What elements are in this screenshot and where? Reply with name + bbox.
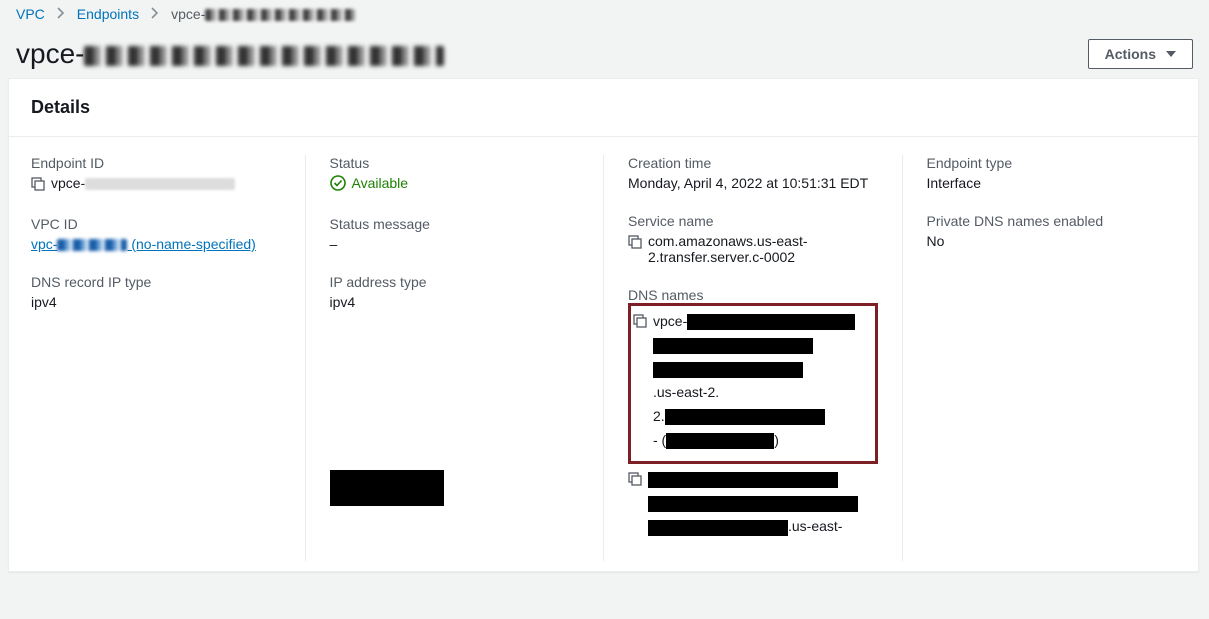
field-creation-time: Creation time Monday, April 4, 2022 at 1…: [628, 155, 878, 191]
dns-name-row: vpce- .us-east-2. 2. - (): [633, 310, 869, 453]
details-col-4: Endpoint type Interface Private DNS name…: [903, 155, 1177, 561]
field-label: Creation time: [628, 155, 878, 171]
field-service-name: Service name com.amazonaws.us-east-2.tra…: [628, 213, 878, 265]
chevron-right-icon: [57, 6, 65, 22]
page-title: vpce-: [16, 38, 444, 70]
breadcrumb-vpc[interactable]: VPC: [16, 6, 45, 22]
field-label: Endpoint ID: [31, 155, 281, 171]
details-col-1: Endpoint ID vpce- VPC ID vpc- (no-name-s…: [31, 155, 306, 561]
field-ip-address-type: IP address type ipv4: [330, 274, 580, 310]
redacted-block: [687, 314, 855, 330]
dns-name-value: vpce- .us-east-2. 2. - (): [653, 310, 869, 453]
field-value: com.amazonaws.us-east-2.transfer.server.…: [628, 233, 878, 265]
field-label: VPC ID: [31, 216, 281, 232]
field-value: ipv4: [31, 294, 281, 310]
dns-highlight-box: vpce- .us-east-2. 2. - (): [628, 303, 878, 464]
field-label: Endpoint type: [927, 155, 1177, 171]
redacted-block: [665, 409, 825, 425]
field-endpoint-type: Endpoint type Interface: [927, 155, 1177, 191]
redacted-smudge: [85, 178, 235, 190]
details-panel: Details Endpoint ID vpce- VPC ID: [8, 78, 1199, 572]
field-value: vpc- (no-name-specified): [31, 236, 281, 252]
status-value: Available: [352, 175, 409, 191]
page-title-prefix: vpce-: [16, 38, 84, 69]
actions-button[interactable]: Actions: [1088, 39, 1193, 69]
service-name-value: com.amazonaws.us-east-2.transfer.server.…: [648, 233, 878, 265]
breadcrumb-current: vpce-: [171, 6, 355, 22]
redacted-block: [330, 470, 444, 506]
redacted-block: [648, 496, 858, 512]
field-value: Interface: [927, 175, 1177, 191]
field-label: Private DNS names enabled: [927, 213, 1177, 229]
redacted-block: [648, 472, 838, 488]
breadcrumb-current-prefix: vpce-: [171, 6, 205, 22]
field-label: Status message: [330, 216, 580, 232]
check-circle-icon: [330, 175, 346, 191]
field-status-message: Status message –: [330, 216, 580, 252]
details-col-2: Status Available Status message – IP add…: [306, 155, 605, 561]
copy-icon[interactable]: [628, 235, 642, 252]
redacted-smudge: [57, 239, 127, 251]
details-panel-header: Details: [9, 79, 1198, 137]
endpoint-id-value: vpce-: [51, 175, 235, 191]
field-value: No: [927, 233, 1177, 249]
actions-button-label: Actions: [1105, 46, 1156, 62]
field-label: DNS record IP type: [31, 274, 281, 290]
field-value: –: [330, 236, 580, 252]
field-label: IP address type: [330, 274, 580, 290]
field-label: DNS names: [628, 287, 878, 303]
dns-name-value: .us-east-: [648, 468, 858, 539]
field-label: Status: [330, 155, 580, 171]
status-badge: Available: [330, 175, 409, 191]
field-value: Available: [330, 175, 580, 194]
details-col-3: Creation time Monday, April 4, 2022 at 1…: [604, 155, 903, 561]
redacted-block: [666, 433, 774, 449]
field-label: Service name: [628, 213, 878, 229]
field-dns-names: DNS names vpce- .us-east-2. 2. - (): [628, 287, 878, 539]
redacted-block: [653, 362, 803, 378]
field-value: vpce-: [31, 175, 281, 194]
copy-icon[interactable]: [633, 312, 647, 336]
field-value: Monday, April 4, 2022 at 10:51:31 EDT: [628, 175, 878, 191]
vpc-id-link[interactable]: vpc- (no-name-specified): [31, 236, 256, 252]
page-header: vpce- Actions: [0, 28, 1209, 78]
copy-icon[interactable]: [31, 177, 45, 194]
redacted-block: [653, 338, 813, 354]
copy-icon[interactable]: [628, 470, 642, 494]
field-dns-record-ip-type: DNS record IP type ipv4: [31, 274, 281, 310]
redacted-smudge: [205, 9, 355, 21]
redacted-smudge: [84, 46, 444, 66]
field-endpoint-id: Endpoint ID vpce-: [31, 155, 281, 194]
breadcrumb-endpoints[interactable]: Endpoints: [77, 6, 139, 22]
dns-name-row: .us-east-: [628, 468, 878, 539]
details-grid: Endpoint ID vpce- VPC ID vpc- (no-name-s…: [9, 137, 1198, 571]
details-panel-title: Details: [31, 97, 1176, 118]
field-vpc-id: VPC ID vpc- (no-name-specified): [31, 216, 281, 252]
redacted-block: [648, 520, 788, 536]
breadcrumb: VPC Endpoints vpce-: [0, 0, 1209, 28]
field-value: ipv4: [330, 294, 580, 310]
field-status: Status Available: [330, 155, 580, 194]
caret-down-icon: [1166, 49, 1176, 59]
field-private-dns: Private DNS names enabled No: [927, 213, 1177, 249]
chevron-right-icon: [151, 6, 159, 22]
